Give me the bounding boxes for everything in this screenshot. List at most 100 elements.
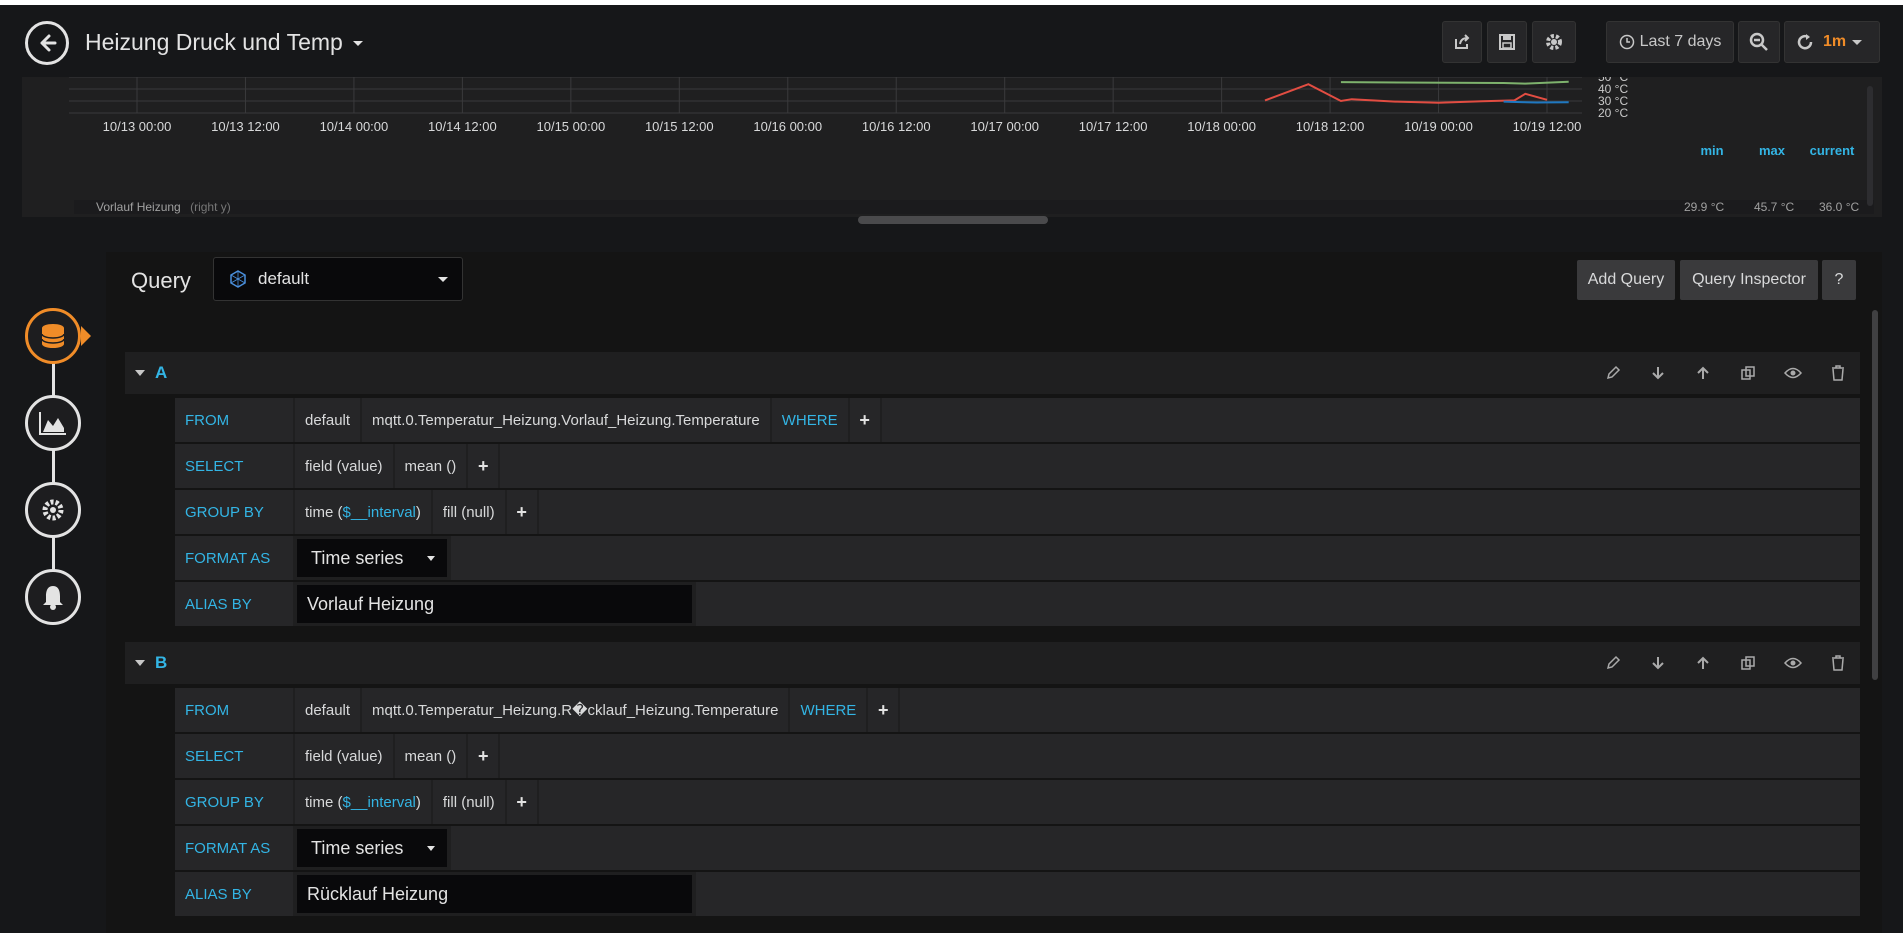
bell-icon <box>43 586 63 610</box>
alias-line: ALIAS BY Vorlauf Heizung <box>175 582 1860 626</box>
group-fill[interactable]: fill (null) <box>432 780 505 824</box>
arrow-up-icon[interactable] <box>1680 655 1725 671</box>
datasource-name: default <box>258 269 310 288</box>
add-group-button[interactable]: + <box>506 490 537 534</box>
alias-keyword: ALIAS BY <box>175 872 293 916</box>
where-keyword: WHERE <box>790 688 867 732</box>
add-select-button[interactable]: + <box>468 444 499 488</box>
group-time-prefix: time ( <box>305 793 343 811</box>
legend-header-label: min <box>1700 143 1723 158</box>
from-line: FROM default mqtt.0.Temperatur_Heizung.V… <box>175 398 1860 442</box>
line-filler <box>696 872 1860 916</box>
legend-row: Vorlauf Heizung (right y) 29.9 °C 45.7 °… <box>74 200 1874 214</box>
add-group-button[interactable]: + <box>506 780 537 824</box>
step-queries[interactable] <box>25 308 81 364</box>
format-line: FORMAT AS Time series <box>175 536 1860 580</box>
chevron-down-icon <box>427 846 435 851</box>
add-query-button[interactable]: Add Query <box>1577 260 1675 300</box>
add-select-button[interactable]: + <box>468 734 499 778</box>
group-time-var: $__interval <box>342 503 416 521</box>
legend-scrollbar[interactable] <box>1867 86 1873 206</box>
format-keyword: FORMAT AS <box>175 826 293 870</box>
x-tick-label: 10/14 12:00 <box>428 119 497 134</box>
copy-icon[interactable] <box>1725 365 1770 381</box>
group-fill[interactable]: fill (null) <box>432 490 505 534</box>
time-range-label: Last 7 days <box>1639 33 1722 50</box>
add-where-button[interactable]: + <box>868 688 899 732</box>
refresh-picker[interactable]: 1m <box>1784 21 1880 63</box>
line-filler <box>881 398 1860 442</box>
from-keyword: FROM <box>175 398 293 442</box>
gear-icon <box>1546 34 1562 50</box>
graph-svg[interactable]: 50 °C40 °C30 °C20 °C10/13 00:00 10/13 12:… <box>22 77 1882 177</box>
dashboard-settings-button[interactable] <box>1532 21 1576 63</box>
format-select[interactable]: Time series <box>297 829 447 867</box>
step-visualization[interactable] <box>25 395 81 451</box>
collapse-icon[interactable] <box>135 370 145 376</box>
save-dashboard-button[interactable] <box>1487 21 1527 63</box>
arrow-down-icon[interactable] <box>1635 365 1680 381</box>
format-value: Time series <box>311 837 404 858</box>
select-function[interactable]: mean () <box>394 444 467 488</box>
step-general[interactable] <box>25 482 81 538</box>
select-field[interactable]: field (value) <box>295 444 393 488</box>
editor-steps <box>0 0 106 933</box>
add-where-button[interactable]: + <box>849 398 880 442</box>
x-tick-label: 10/18 12:00 <box>1296 119 1365 134</box>
group-by-line: GROUP BY time ($__interval) fill (null) … <box>175 490 1860 534</box>
chevron-down-icon <box>427 556 435 561</box>
trash-icon[interactable] <box>1815 655 1860 671</box>
where-keyword: WHERE <box>771 398 848 442</box>
legend-series-name[interactable]: Vorlauf Heizung <box>96 200 181 214</box>
measurement[interactable]: mqtt.0.Temperatur_Heizung.R�cklauf_Heizu… <box>362 688 789 732</box>
measurement[interactable]: mqtt.0.Temperatur_Heizung.Vorlauf_Heizun… <box>362 398 770 442</box>
datasource-select[interactable]: default <box>213 257 463 301</box>
copy-icon[interactable] <box>1725 655 1770 671</box>
alias-input[interactable]: Vorlauf Heizung <box>297 585 692 623</box>
select-function[interactable]: mean () <box>394 734 467 778</box>
query-inspector-button[interactable]: Query Inspector <box>1680 260 1818 300</box>
query-row-actions <box>1590 352 1860 394</box>
collapse-icon[interactable] <box>135 660 145 666</box>
group-time[interactable]: time ($__interval) <box>295 490 431 534</box>
trash-icon[interactable] <box>1815 365 1860 381</box>
query-ref: A <box>155 363 168 382</box>
format-select[interactable]: Time series <box>297 539 447 577</box>
select-field[interactable]: field (value) <box>295 734 393 778</box>
eye-icon[interactable] <box>1770 656 1815 670</box>
legend-header-label: max <box>1759 143 1786 158</box>
select-line: SELECT field (value) mean () + <box>175 444 1860 488</box>
group-time[interactable]: time ($__interval) <box>295 780 431 824</box>
group-time-prefix: time ( <box>305 503 343 521</box>
chevron-down-icon <box>1852 39 1863 45</box>
x-tick-label: 10/15 12:00 <box>645 119 714 134</box>
select-keyword: SELECT <box>175 734 293 778</box>
query-row-header[interactable]: A <box>125 352 1860 394</box>
dashboard-title[interactable]: Heizung Druck und Temp <box>85 29 363 56</box>
query-row-header[interactable]: B <box>125 642 1860 684</box>
series-line <box>1340 80 1569 85</box>
retention-policy[interactable]: default <box>295 688 361 732</box>
panel-resize-handle[interactable] <box>858 216 1048 224</box>
x-tick-label: 10/15 00:00 <box>537 119 606 134</box>
alias-input[interactable]: Rücklauf Heizung <box>297 875 692 913</box>
arrow-down-icon[interactable] <box>1635 655 1680 671</box>
alias-keyword: ALIAS BY <box>175 582 293 626</box>
clock-icon <box>1619 34 1634 50</box>
pencil-icon[interactable] <box>1590 655 1635 671</box>
refresh-icon <box>1797 34 1813 50</box>
share-button[interactable] <box>1442 21 1482 63</box>
retention-policy[interactable]: default <box>295 398 361 442</box>
help-button[interactable]: ? <box>1822 260 1856 300</box>
time-range-picker[interactable]: Last 7 days <box>1606 21 1734 63</box>
zoom-out-button[interactable] <box>1738 21 1780 63</box>
pencil-icon[interactable] <box>1590 365 1635 381</box>
series-line <box>1264 83 1548 104</box>
eye-icon[interactable] <box>1770 366 1815 380</box>
editor-scrollbar[interactable] <box>1872 310 1878 680</box>
step-alert[interactable] <box>25 569 81 625</box>
arrow-up-icon[interactable] <box>1680 365 1725 381</box>
chevron-down-icon <box>438 277 448 282</box>
group-by-keyword: GROUP BY <box>175 490 293 534</box>
step-connector <box>52 536 55 572</box>
